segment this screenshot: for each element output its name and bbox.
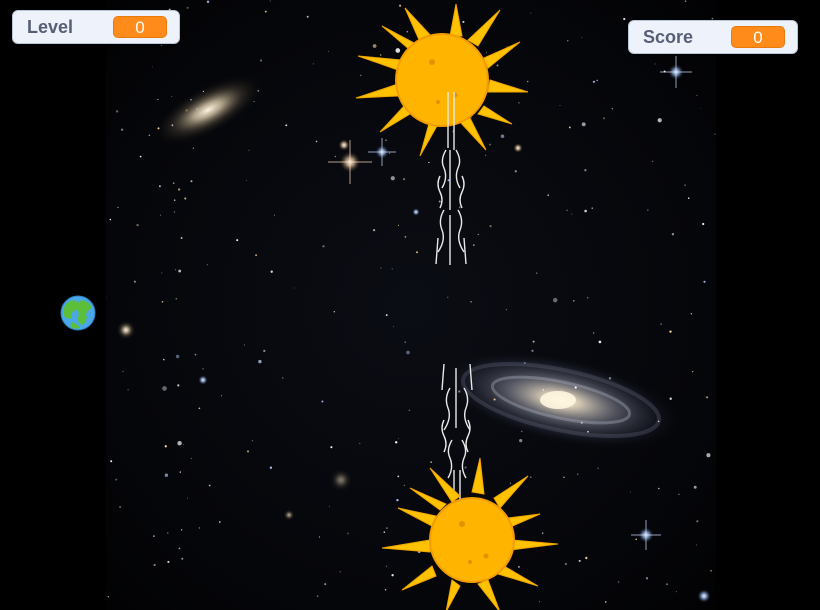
sun-obstacle-bottom[interactable] xyxy=(381,457,559,610)
earth-player[interactable] xyxy=(60,295,96,331)
sprites-layer xyxy=(60,3,559,610)
game-stage[interactable]: Level 0 Score 0 xyxy=(0,0,820,610)
score-monitor: Score 0 xyxy=(628,20,798,54)
score-label: Score xyxy=(643,26,694,47)
sun-obstacle-top[interactable] xyxy=(355,3,529,157)
level-monitor: Level 0 xyxy=(12,10,180,44)
score-value: 0 xyxy=(731,26,785,48)
level-value: 0 xyxy=(113,16,167,38)
level-label: Level xyxy=(27,16,74,37)
